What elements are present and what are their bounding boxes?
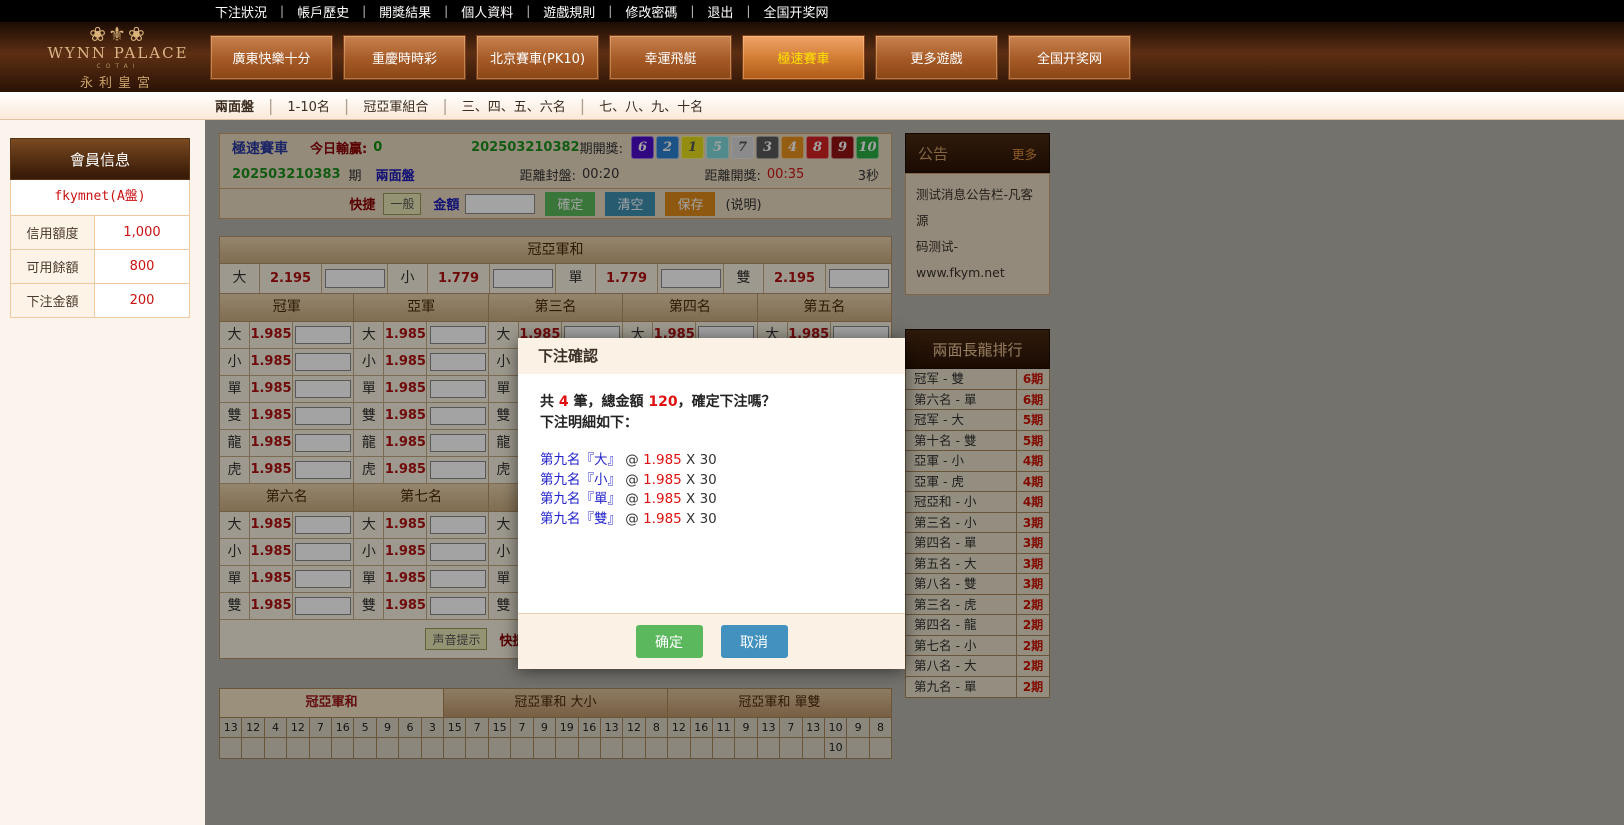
bet-detail-line: 第九名『大』 @ 1.985 X 30 — [540, 451, 883, 471]
bet-total-amount: 120 — [648, 394, 677, 410]
top-nav-item-8[interactable]: 全国开奖网 — [763, 2, 828, 21]
bet-detail-at: @ — [621, 452, 643, 468]
bet-detail-name: 第九名『雙』 — [540, 511, 621, 527]
subnav-separator: | — [580, 96, 585, 115]
member-row: 信用額度1,000 — [10, 216, 190, 250]
bet-confirm-modal: 下注確認 共 4 筆，總金額 120，確定下注嗎？ 下注明細如下： 第九名『大』… — [518, 338, 905, 669]
game-tab-2[interactable]: 重慶時時彩 — [343, 35, 466, 80]
nav-separator: | — [608, 4, 612, 18]
subnav-item-5[interactable]: 七、八、九、十名 — [599, 96, 703, 115]
bet-detail-at: @ — [621, 511, 643, 527]
bet-detail-name: 第九名『大』 — [540, 452, 621, 468]
game-tab-4[interactable]: 幸運飛艇 — [609, 35, 732, 80]
bet-detail-odds: 1.985 — [643, 452, 682, 468]
bet-detail-line: 第九名『單』 @ 1.985 X 30 — [540, 490, 883, 510]
nav-separator: | — [444, 4, 448, 18]
top-nav: 下注狀況 | 帳戶歷史 | 開獎結果 | 個人資料 | 遊戲規則 | 修改密碼 | 退出 | 全国开奖网 — [0, 0, 1624, 22]
top-nav-item-5[interactable]: 遊戲規則 — [543, 2, 595, 21]
subnav-separator: | — [268, 96, 273, 115]
logo-title: WYNN PALACE — [38, 44, 198, 62]
nav-separator: | — [746, 4, 750, 18]
game-tab-1[interactable]: 廣東快樂十分 — [210, 35, 333, 80]
top-nav-item-1[interactable]: 下注狀況 — [215, 2, 267, 21]
crown-icon: ❀⚜❀ — [38, 24, 198, 44]
bet-detail-name: 第九名『小』 — [540, 472, 621, 488]
modal-confirm-button[interactable]: 确定 — [636, 625, 703, 658]
member-row-value: 200 — [95, 284, 189, 317]
modal-cancel-button[interactable]: 取消 — [721, 625, 788, 658]
game-tab-3[interactable]: 北京賽車(PK10) — [476, 35, 599, 80]
subnav-separator: | — [442, 96, 447, 115]
modal-footer: 确定 取消 — [518, 613, 905, 669]
bet-detail-at: @ — [621, 491, 643, 507]
nav-separator: | — [526, 4, 530, 18]
modal-overlay — [205, 120, 1624, 825]
bet-detail-lines: 第九名『大』 @ 1.985 X 30第九名『小』 @ 1.985 X 30第九… — [540, 451, 883, 529]
top-nav-item-3[interactable]: 開獎結果 — [379, 2, 431, 21]
logo-cn: 永利皇宮 — [38, 72, 198, 91]
bet-detail-at: @ — [621, 472, 643, 488]
bet-detail-times: X 30 — [682, 491, 717, 507]
board-sub-nav: 兩面盤 | 1-10名 | 冠亞軍組合 | 三、四、五、六名 | 七、八、九、十名 — [0, 92, 1624, 120]
bet-summary: 共 4 筆，總金額 120，確定下注嗎？ — [540, 392, 883, 413]
member-account: fkymnet(A盤) — [10, 180, 190, 216]
bet-detail-odds: 1.985 — [643, 491, 682, 507]
bet-detail-odds: 1.985 — [643, 511, 682, 527]
page: 下注狀況 | 帳戶歷史 | 開獎結果 | 個人資料 | 遊戲規則 | 修改密碼 | 退出 | 全国开奖网 ❀… — [0, 0, 1624, 825]
nav-separator: | — [362, 4, 366, 18]
subnav-item-2[interactable]: 1-10名 — [287, 96, 330, 115]
top-nav-item-2[interactable]: 帳戶歷史 — [297, 2, 349, 21]
bet-detail-line: 第九名『雙』 @ 1.985 X 30 — [540, 510, 883, 530]
logo-subtitle: COTAI — [38, 63, 198, 70]
bet-count: 4 — [559, 394, 569, 410]
member-row: 下注金額200 — [10, 284, 190, 318]
subnav-item-1[interactable]: 兩面盤 — [215, 96, 254, 115]
game-tab-6[interactable]: 更多遊戲 — [875, 35, 998, 80]
member-panel-title: 會員信息 — [10, 138, 190, 180]
member-row-label: 信用額度 — [11, 216, 95, 249]
member-row: 可用餘額800 — [10, 250, 190, 284]
top-nav-item-6[interactable]: 修改密碼 — [625, 2, 677, 21]
nav-separator: | — [280, 4, 284, 18]
bet-detail-line: 第九名『小』 @ 1.985 X 30 — [540, 471, 883, 491]
member-row-value: 1,000 — [95, 216, 189, 249]
bet-detail-times: X 30 — [682, 472, 717, 488]
wynn-palace-logo: ❀⚜❀ WYNN PALACE COTAI 永利皇宮 — [38, 24, 198, 91]
bet-detail-odds: 1.985 — [643, 472, 682, 488]
nav-separator: | — [690, 4, 694, 18]
bet-detail-times: X 30 — [682, 511, 717, 527]
game-tabs: 廣東快樂十分重慶時時彩北京賽車(PK10)幸運飛艇極速賽車更多遊戲全国开奖网 — [210, 35, 1141, 80]
modal-title: 下注確認 — [518, 338, 905, 374]
member-row-label: 下注金額 — [11, 284, 95, 317]
detail-label: 下注明細如下： — [540, 413, 883, 434]
top-nav-item-4[interactable]: 個人資料 — [461, 2, 513, 21]
site-header: ❀⚜❀ WYNN PALACE COTAI 永利皇宮 廣東快樂十分重慶時時彩北京… — [0, 22, 1624, 92]
subnav-separator: | — [344, 96, 349, 115]
member-row-label: 可用餘額 — [11, 250, 95, 283]
bet-detail-times: X 30 — [682, 452, 717, 468]
bet-detail-name: 第九名『單』 — [540, 491, 621, 507]
subnav-item-3[interactable]: 冠亞軍組合 — [363, 96, 428, 115]
body: 會員信息 fkymnet(A盤) 信用額度1,000可用餘額800下注金額200… — [0, 120, 1624, 825]
subnav-item-4[interactable]: 三、四、五、六名 — [462, 96, 566, 115]
member-panel: 會員信息 fkymnet(A盤) 信用額度1,000可用餘額800下注金額200 — [10, 138, 190, 318]
modal-body: 共 4 筆，總金額 120，確定下注嗎？ 下注明細如下： 第九名『大』 @ 1.… — [518, 374, 905, 613]
member-row-value: 800 — [95, 250, 189, 283]
top-nav-item-7[interactable]: 退出 — [707, 2, 733, 21]
game-tab-5[interactable]: 極速賽車 — [742, 35, 865, 80]
game-tab-7[interactable]: 全国开奖网 — [1008, 35, 1131, 80]
